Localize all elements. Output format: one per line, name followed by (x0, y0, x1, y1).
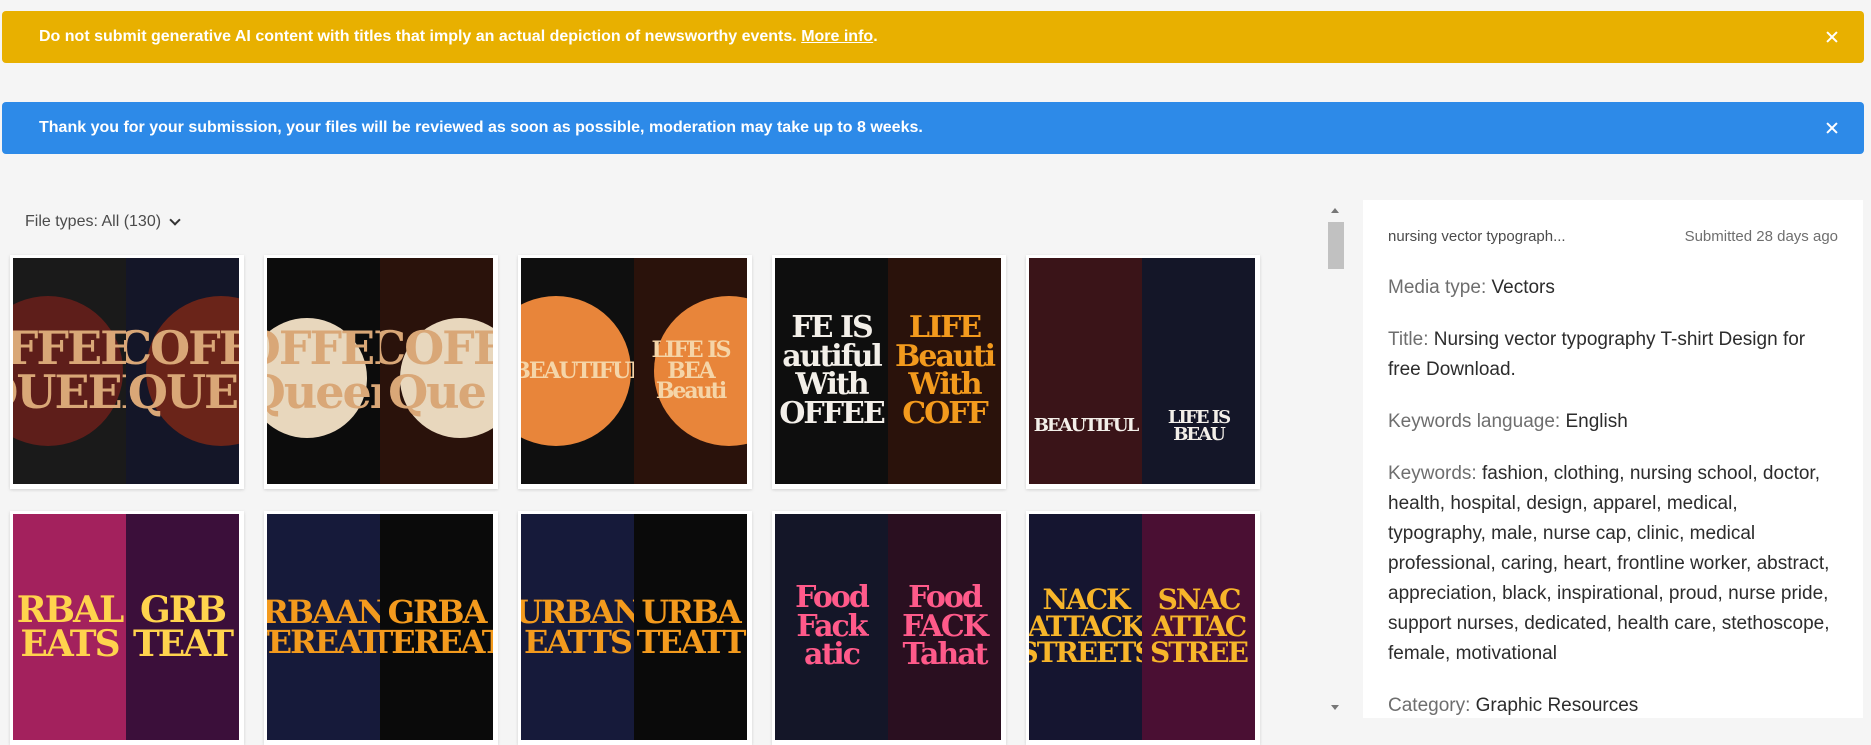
keywords-language-value: English (1565, 411, 1628, 432)
asset-thumbnail: RBAAN TEREATS GRBA TEREAT (267, 514, 493, 740)
keywords-language-row: Keywords language: English (1388, 411, 1628, 432)
asset-thumbnail: BEAUTIFUL LIFE IS BEA Beauti (521, 258, 747, 484)
asset-tile[interactable]: URBAN EATTS URBA TEATT (518, 511, 752, 745)
warning-text: Do not submit generative AI content with… (39, 28, 878, 45)
submission-info-banner: Thank you for your submission, your file… (2, 102, 1864, 154)
asset-tile[interactable]: FE IS autiful With OFFEE LIFE Beauti Wit… (772, 255, 1006, 489)
scroll-up-arrow-icon[interactable] (1331, 208, 1339, 213)
chevron-down-icon (169, 214, 181, 226)
keywords-row: Keywords: fashion, clothing, nursing sch… (1388, 463, 1830, 664)
title-value: Nursing vector typography T-shirt Design… (1388, 329, 1806, 380)
close-icon[interactable] (1824, 120, 1840, 136)
details-header: nursing vector typograph... Submitted 28… (1388, 228, 1838, 245)
asset-thumbnail: FFEE QUEEN COFF QUE (13, 258, 239, 484)
asset-grid: FFEE QUEEN COFF QUE OFFEE Queen COFF Que… (10, 255, 1260, 745)
asset-thumbnail: RBAL EATS GRB TEAT (13, 514, 239, 740)
scroll-down-arrow-icon[interactable] (1331, 705, 1339, 710)
asset-details-panel: nursing vector typograph... Submitted 28… (1363, 200, 1863, 718)
file-types-filter[interactable]: File types: All (130) (25, 213, 181, 231)
asset-tile[interactable]: RBAAN TEREATS GRBA TEREAT (264, 511, 498, 745)
submitted-date: Submitted 28 days ago (1684, 228, 1838, 245)
asset-thumbnail: OFFEE Queen COFF Que (267, 258, 493, 484)
asset-filename: nursing vector typograph... (1388, 228, 1566, 245)
title-row: Title: Nursing vector typography T-shirt… (1388, 329, 1806, 380)
info-text: Thank you for your submission, your file… (39, 119, 923, 136)
close-icon[interactable] (1824, 29, 1840, 45)
asset-tile[interactable]: BEAUTIFUL LIFE IS BEA Beauti (518, 255, 752, 489)
more-info-link[interactable]: More info (801, 28, 873, 45)
grid-scrollbar[interactable] (1326, 200, 1344, 718)
generative-ai-warning-banner: Do not submit generative AI content with… (2, 11, 1864, 63)
asset-tile[interactable]: RBAL EATS GRB TEAT (10, 511, 244, 745)
asset-thumbnail: Food Fack atic Food FACK Tahat (775, 514, 1001, 740)
category-row: Category: Graphic Resources (1388, 695, 1639, 716)
asset-thumbnail: NACK ATTACK STREETS SNAC ATTAC STREE (1029, 514, 1255, 740)
scrollbar-thumb[interactable] (1328, 222, 1344, 269)
category-value: Graphic Resources (1475, 695, 1639, 716)
asset-thumbnail: BEAUTIFUL LIFE IS BEAU (1029, 258, 1255, 484)
asset-tile[interactable]: NACK ATTACK STREETS SNAC ATTAC STREE (1026, 511, 1260, 745)
file-types-label: File types: All (130) (25, 213, 162, 230)
media-type-row: Media type: Vectors (1388, 277, 1555, 298)
asset-tile[interactable]: FFEE QUEEN COFF QUE (10, 255, 244, 489)
asset-tile[interactable]: BEAUTIFUL LIFE IS BEAU (1026, 255, 1260, 489)
asset-thumbnail: FE IS autiful With OFFEE LIFE Beauti Wit… (775, 258, 1001, 484)
media-type-value: Vectors (1491, 277, 1555, 298)
keywords-value: fashion, clothing, nursing school, docto… (1388, 463, 1830, 664)
asset-thumbnail: URBAN EATTS URBA TEATT (521, 514, 747, 740)
asset-tile[interactable]: Food Fack atic Food FACK Tahat (772, 511, 1006, 745)
asset-tile[interactable]: OFFEE Queen COFF Que (264, 255, 498, 489)
